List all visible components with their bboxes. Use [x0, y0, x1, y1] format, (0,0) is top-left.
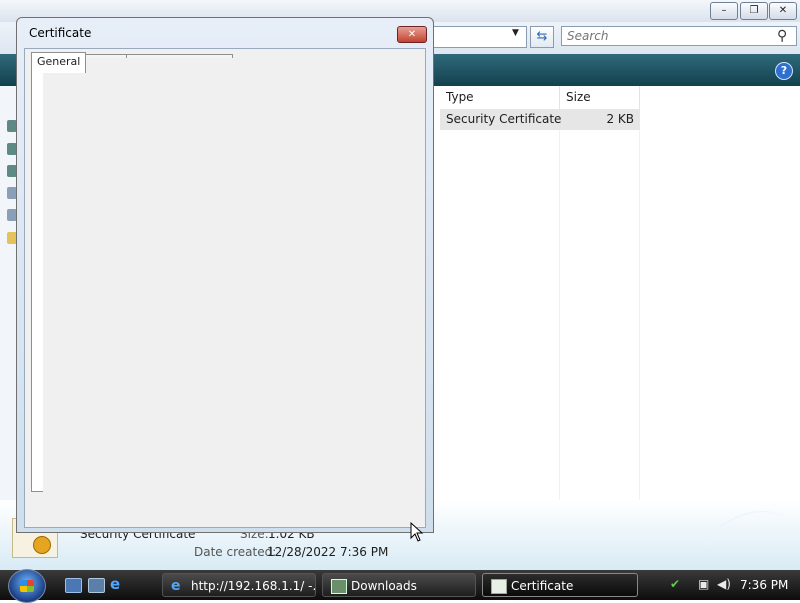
taskbar-button-label: Downloads	[351, 579, 417, 593]
internet-explorer-icon: e	[171, 578, 181, 594]
show-desktop-icon[interactable]	[65, 578, 82, 593]
file-row[interactable]: Security Certificate 2 KB	[440, 109, 640, 130]
tab-general[interactable]: General	[31, 52, 87, 73]
dialog-title: Certificate	[29, 26, 92, 40]
file-list: Type Size Security Certificate 2 KB	[430, 86, 800, 500]
column-header-size[interactable]: Size	[560, 86, 640, 109]
network-icon[interactable]: ▣	[698, 578, 712, 591]
seal-icon	[33, 536, 51, 554]
minimize-button[interactable]: –	[710, 2, 738, 20]
column-divider	[559, 109, 560, 500]
taskbar: e e http://192.168.1.1/ -... Downloads C…	[0, 569, 800, 603]
volume-icon[interactable]: ◀)	[717, 578, 731, 591]
unrendered-area	[43, 58, 419, 496]
maximize-button[interactable]: ❐	[740, 2, 768, 20]
switch-windows-icon[interactable]	[88, 578, 105, 593]
close-button[interactable]: ✕	[769, 2, 797, 20]
refresh-icon[interactable]: ⇆	[530, 26, 554, 48]
certificate-dialog: Certificate ✕ General Details Certificat…	[16, 17, 434, 533]
security-shield-icon[interactable]: ✔	[670, 578, 684, 591]
internet-explorer-icon[interactable]: e	[110, 575, 120, 593]
help-icon[interactable]: ?	[775, 62, 793, 80]
details-date-label: Date created:	[194, 545, 277, 559]
chevron-down-icon[interactable]: ▼	[512, 28, 519, 38]
file-size-cell: 2 KB	[606, 112, 634, 126]
details-date-value: 12/28/2022 7:36 PM	[267, 545, 389, 559]
windows-logo-icon	[20, 580, 34, 592]
taskbar-button-label: http://192.168.1.1/ -...	[191, 579, 316, 593]
certificate-icon	[491, 579, 507, 594]
mouse-cursor-icon	[410, 522, 424, 542]
search-icon[interactable]: ⚲	[777, 28, 787, 44]
folder-icon	[331, 579, 347, 594]
column-divider	[639, 109, 640, 500]
file-type-cell: Security Certificate	[446, 112, 562, 126]
column-header-type[interactable]: Type	[440, 86, 560, 109]
close-icon[interactable]: ✕	[397, 26, 427, 43]
system-tray: ✔ ▣ ◀) 7:36 PM	[660, 570, 800, 600]
taskbar-button-downloads[interactable]: Downloads	[322, 573, 476, 597]
taskbar-button-browser[interactable]: e http://192.168.1.1/ -...	[162, 573, 316, 597]
search-input[interactable]	[561, 26, 797, 46]
clock[interactable]: 7:36 PM	[740, 570, 788, 600]
taskbar-button-certificate[interactable]: Certificate	[482, 573, 638, 597]
taskbar-button-label: Certificate	[511, 579, 574, 593]
start-button[interactable]	[8, 569, 46, 603]
